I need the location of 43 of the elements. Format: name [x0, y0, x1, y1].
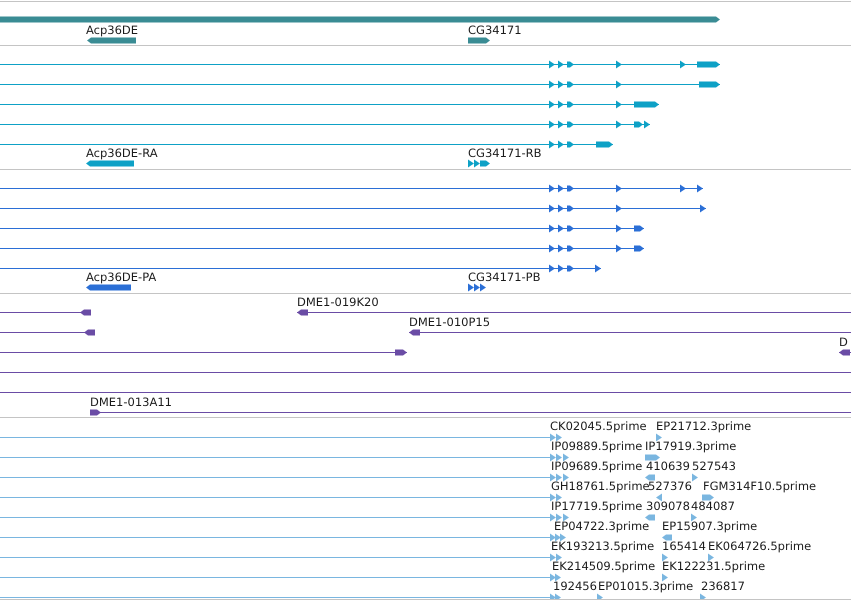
feature-glyph[interactable]: [468, 160, 490, 168]
feature-label[interactable]: CG34171: [468, 23, 522, 37]
feature-label[interactable]: EK214509.5prime: [552, 559, 656, 573]
feature-glyph[interactable]: [87, 38, 136, 44]
feature-glyph[interactable]: [86, 160, 134, 166]
feature-label[interactable]: 527543: [692, 459, 736, 473]
feature-label[interactable]: 527376: [648, 479, 692, 493]
feature-label[interactable]: 484087: [691, 499, 735, 513]
feature-glyph[interactable]: [468, 38, 490, 44]
feature-label[interactable]: Acp36DE: [86, 23, 138, 37]
feature-label[interactable]: 192456: [553, 579, 597, 593]
feature-label[interactable]: DME1-019K20: [297, 295, 379, 309]
feature-label[interactable]: GH18761.5prime: [551, 479, 650, 493]
feature-glyph[interactable]: [90, 410, 851, 416]
feature-glyph[interactable]: [408, 330, 851, 336]
feature-label[interactable]: Acp36DE-PA: [86, 270, 156, 284]
feature-glyph[interactable]: [838, 350, 851, 356]
feature-label[interactable]: D: [839, 335, 848, 349]
feature-label[interactable]: IP09689.5prime: [551, 459, 642, 473]
feature-glyph[interactable]: [468, 284, 486, 292]
feature-label[interactable]: EP04722.3prime: [554, 519, 650, 533]
feature-label[interactable]: EK193213.5prime: [551, 539, 654, 553]
feature-label[interactable]: CG34171-PB: [468, 270, 540, 284]
feature-glyph[interactable]: [296, 310, 851, 316]
feature-label[interactable]: EK064726.5prime: [708, 539, 812, 553]
feature-label[interactable]: 309078: [646, 499, 690, 513]
feature-label[interactable]: 410639: [646, 459, 690, 473]
feature-label[interactable]: IP09889.5prime: [551, 439, 642, 453]
feature-glyph[interactable]: [86, 284, 131, 290]
feature-label[interactable]: DME1-013A11: [90, 395, 172, 409]
feature-label[interactable]: 236817: [701, 579, 745, 593]
feature-label[interactable]: IP17919.3prime: [645, 439, 736, 453]
feature-label[interactable]: EP01015.3prime: [598, 579, 694, 593]
feature-label[interactable]: CK02045.5prime: [550, 419, 647, 433]
feature-label[interactable]: EK122231.5prime: [662, 559, 766, 573]
feature-label[interactable]: 165414: [662, 539, 706, 553]
feature-label[interactable]: EP15907.3prime: [662, 519, 758, 533]
feature-label[interactable]: Acp36DE-RA: [86, 146, 158, 160]
feature-label[interactable]: EP21712.3prime: [656, 419, 752, 433]
feature-label[interactable]: CG34171-RB: [468, 146, 542, 160]
feature-label[interactable]: IP17719.5prime: [551, 499, 642, 513]
feature-label[interactable]: DME1-010P15: [409, 315, 490, 329]
feature-label[interactable]: FGM314F10.5prime: [703, 479, 816, 493]
